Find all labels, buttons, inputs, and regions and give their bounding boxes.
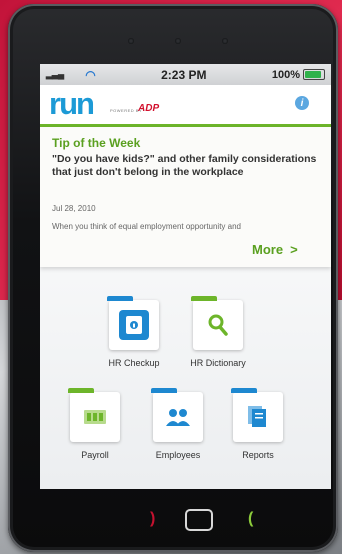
hr-dictionary-button[interactable]: HR Dictionary [183,296,253,369]
tile-label: HR Dictionary [190,358,246,368]
info-icon[interactable]: i [295,96,309,110]
chevron-right-icon: > [290,242,298,257]
employees-button[interactable]: Employees [143,388,213,461]
tip-title: Tip of the Week [52,136,141,150]
tile-label: Reports [242,450,274,460]
phone-top-sensors [128,34,228,48]
run-logo: run [49,86,95,121]
sensor-dot [175,38,181,44]
tile-box [191,296,243,350]
hr-checkup-button[interactable]: HR Checkup [99,296,169,369]
tile-tab [68,388,94,393]
sensor-dot [222,38,228,44]
phone-screen: ▂▃▄ ◠ 2:23 PM 100% run POWERED BY ADP i … [40,64,331,489]
call-key[interactable]: ( [248,510,253,528]
tip-of-week-card[interactable]: Tip of the Week "Do you have kids?" and … [40,127,331,267]
home-button[interactable] [185,509,213,531]
tile-tab [231,388,257,393]
adp-logo: ADP [138,103,160,114]
signal-icon: ▂▃▄ [46,69,64,79]
tile-label: HR Checkup [108,358,160,368]
back-key[interactable]: ) [150,510,155,528]
app-header: run POWERED BY ADP i [40,85,331,127]
tile-tab [151,388,177,393]
more-label: More [252,242,284,257]
tile-box [231,388,283,442]
tile-box [107,296,159,350]
money-icon [80,402,110,432]
magnifier-icon [203,310,233,340]
tile-label: Employees [155,450,201,460]
tile-label: Payroll [81,450,109,460]
sensor-dot [128,38,134,44]
tile-box [151,388,203,442]
status-time: 2:23 PM [161,67,207,82]
battery-fill [305,71,321,78]
payroll-button[interactable]: Payroll [60,388,130,461]
battery-icon [303,69,325,80]
wifi-icon: ◠ [85,67,96,82]
battery-percent: 100% [271,68,300,81]
tip-headline: "Do you have kids?" and other family con… [52,153,317,178]
tile-tab [107,296,133,301]
people-icon [163,402,193,432]
status-bar: ▂▃▄ ◠ 2:23 PM 100% [40,64,331,85]
reports-button[interactable]: Reports [223,388,293,461]
tip-date: Jul 28, 2010 [52,204,96,213]
tip-body: When you think of equal employment oppor… [52,222,242,231]
tile-tab [191,296,217,301]
checkup-icon [119,310,149,340]
tile-box [68,388,120,442]
more-button[interactable]: More > [252,242,298,257]
documents-icon [243,402,273,432]
